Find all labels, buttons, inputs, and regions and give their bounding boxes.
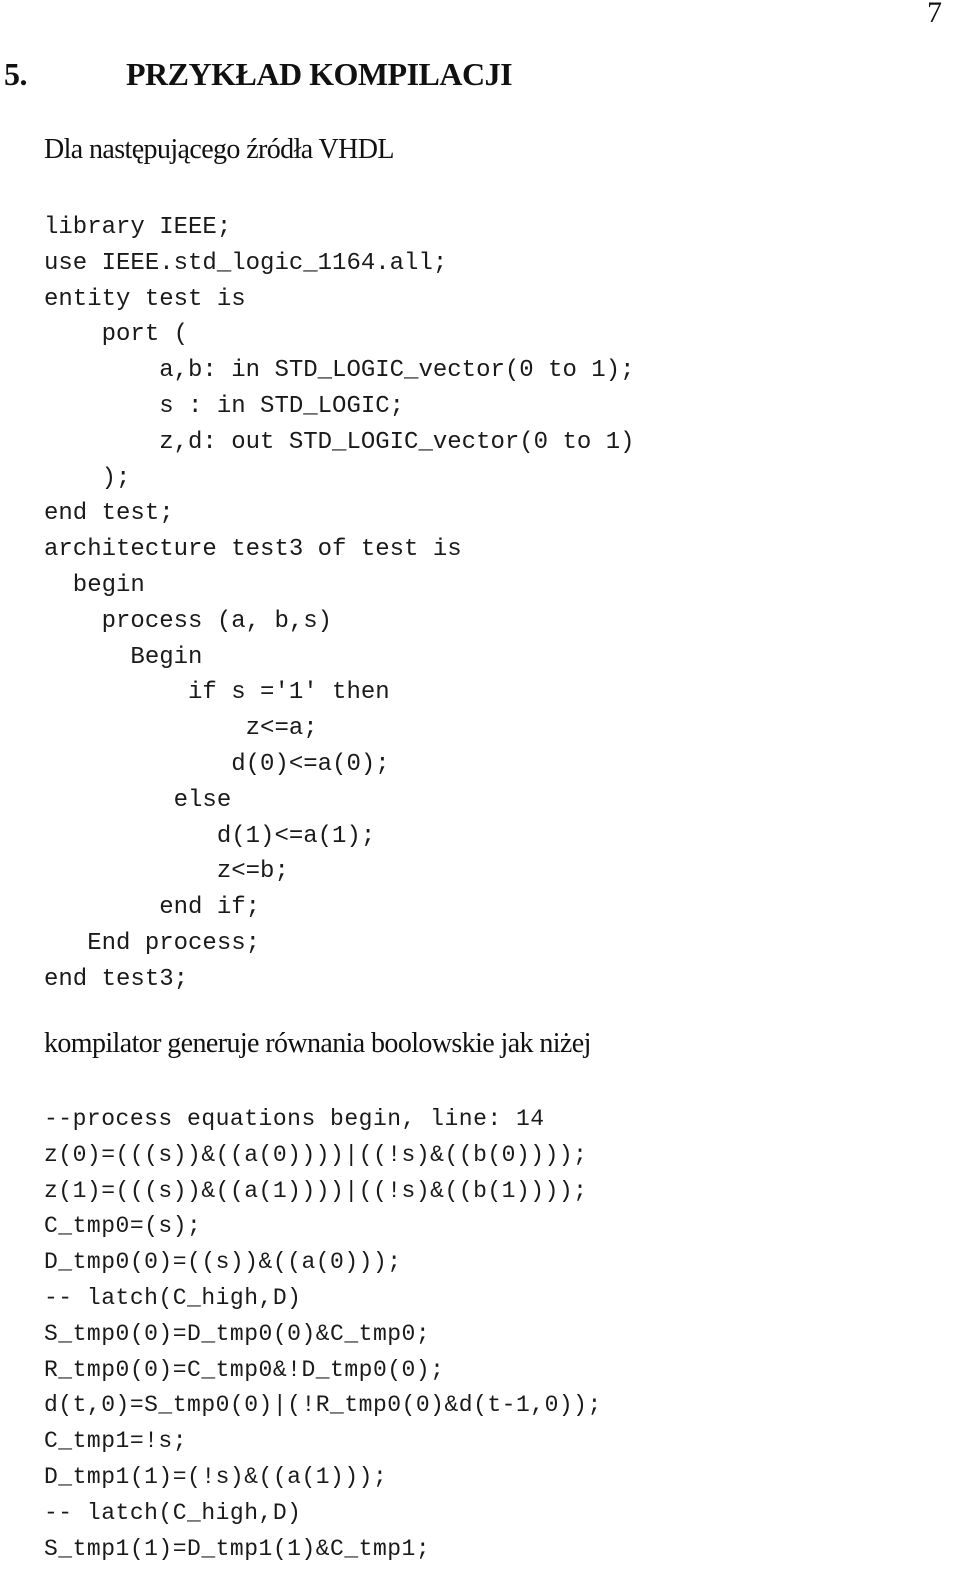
equation-line: --process equations begin, line: 14 <box>44 1106 545 1132</box>
section-title: PRZYKŁAD KOMPILACJI <box>126 56 513 92</box>
page-number: 7 <box>927 0 942 29</box>
code-line: End process; <box>44 929 261 957</box>
code-line: z<=a; <box>44 715 318 743</box>
code-line: port ( <box>44 321 189 349</box>
code-line: d(0)<=a(0); <box>44 750 390 778</box>
code-line: library IEEE; <box>44 214 232 241</box>
code-line: if s ='1' then <box>44 679 390 707</box>
equation-line: R_tmp0(0)=C_tmp0&!D_tmp0(0); <box>44 1356 445 1383</box>
compiler-description-paragraph: kompilator generuje równania boolowskie … <box>44 1028 591 1059</box>
code-line: process (a, b,s) <box>44 607 333 635</box>
equation-line: -- latch(C_high,D) <box>44 1499 302 1526</box>
code-line: begin <box>44 571 145 599</box>
code-line: end test; <box>44 500 174 528</box>
equation-line: C_tmp0=(s); <box>44 1213 202 1240</box>
code-line: z,d: out STD_LOGIC_vector(0 to 1) <box>44 428 635 456</box>
equation-line: -- latch(C_high,D) <box>44 1284 302 1311</box>
equation-line: z(1)=(((s))&((a(1))))|((!s)&((b(1)))); <box>44 1177 588 1204</box>
code-line: architecture test3 of test is <box>44 536 462 564</box>
code-line: end if; <box>44 894 261 922</box>
code-line: else <box>44 786 232 814</box>
code-line: s : in STD_LOGIC; <box>44 392 405 420</box>
section-number: 5. <box>4 56 28 92</box>
vhdl-code-block: library IEEE; use IEEE.std_logic_1164.all… <box>44 210 635 998</box>
code-line: use IEEE.std_logic_1164.all; <box>44 249 448 277</box>
equation-line: D_tmp1(1)=(!s)&((a(1))); <box>44 1463 388 1490</box>
code-line: d(1)<=a(1); <box>44 822 376 850</box>
equation-line: S_tmp0(0)=D_tmp0(0)&C_tmp0; <box>44 1320 431 1347</box>
equation-line: S_tmp1(1)=D_tmp1(1)&C_tmp1; <box>44 1535 431 1562</box>
boolean-equations-block: --process equations begin, line: 14 z(0)=… <box>44 1102 602 1567</box>
equation-line: C_tmp1=!s; <box>44 1428 188 1455</box>
equation-line: D_tmp0(0)=((s))&((a(0))); <box>44 1249 402 1276</box>
code-line: a,b: in STD_LOGIC_vector(0 to 1); <box>44 357 635 385</box>
section-heading: 5. PRZYKŁAD KOMPILACJI <box>4 56 513 93</box>
code-line: ); <box>44 464 131 492</box>
code-line: entity test is <box>44 285 246 313</box>
code-line: end test3; <box>44 965 189 993</box>
code-line: z<=b; <box>44 858 289 886</box>
equation-line: d(t,0)=S_tmp0(0)|(!R_tmp0(0)&d(t-1,0)); <box>44 1392 602 1419</box>
intro-paragraph: Dla następującego źródła VHDL <box>44 134 394 165</box>
equation-line: z(0)=(((s))&((a(0))))|((!s)&((b(0)))); <box>44 1141 588 1168</box>
code-line: Begin <box>44 643 203 671</box>
